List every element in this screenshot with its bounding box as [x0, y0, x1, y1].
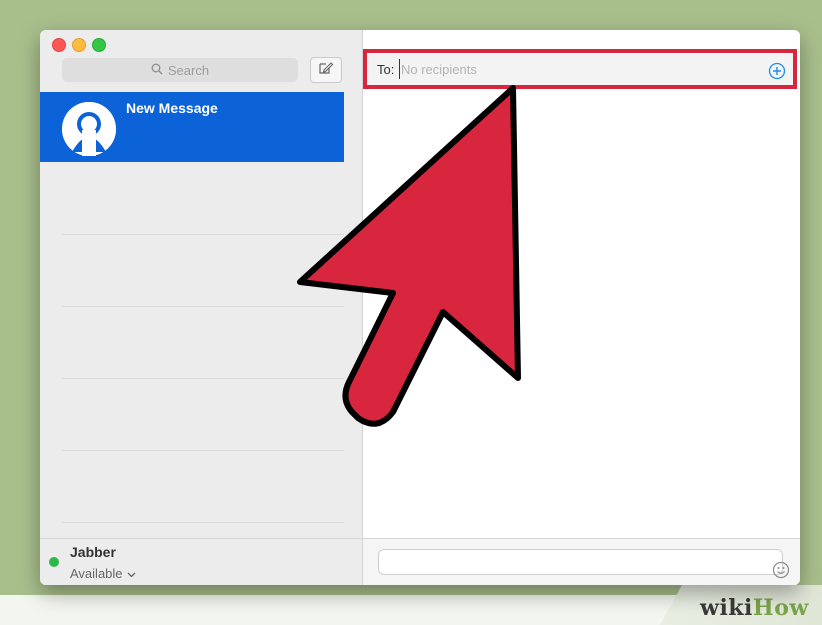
- search-icon: [151, 63, 163, 78]
- list-divider: [62, 306, 344, 307]
- watermark-wiki: wiki: [700, 595, 753, 621]
- minimize-button[interactable]: [72, 38, 86, 52]
- compose-icon: [318, 61, 334, 80]
- to-field-highlight: [363, 49, 797, 89]
- message-composer: [363, 538, 800, 585]
- message-input[interactable]: [378, 549, 790, 579]
- chevron-down-icon: [127, 566, 136, 581]
- compose-button[interactable]: [310, 57, 342, 83]
- list-divider: [62, 234, 344, 235]
- search-field[interactable]: Search: [62, 58, 298, 82]
- close-button[interactable]: [52, 38, 66, 52]
- availability-label: Available: [70, 566, 123, 581]
- account-name: Jabber: [70, 544, 116, 560]
- conversation-name: New Message: [126, 100, 218, 116]
- account-status-bar: Jabber Available: [40, 538, 362, 585]
- list-divider: [62, 378, 344, 379]
- person-avatar-icon: [62, 102, 116, 160]
- conversation-pane: To:: [363, 30, 800, 585]
- zoom-button[interactable]: [92, 38, 106, 52]
- list-divider: [62, 450, 344, 451]
- list-divider: [62, 522, 344, 523]
- watermark-how: How: [752, 595, 809, 621]
- window-controls: [52, 38, 106, 52]
- emoji-icon[interactable]: [772, 561, 790, 579]
- messages-window: Search New Message Jabber Available To: …: [40, 30, 800, 585]
- search-placeholder: Search: [167, 62, 210, 78]
- availability-selector[interactable]: Available: [70, 566, 136, 581]
- conversation-item-new-message[interactable]: New Message: [40, 92, 344, 162]
- status-indicator: [49, 557, 59, 567]
- sidebar: Search New Message Jabber Available: [40, 30, 363, 585]
- wikihow-watermark: wikiHow: [700, 595, 809, 621]
